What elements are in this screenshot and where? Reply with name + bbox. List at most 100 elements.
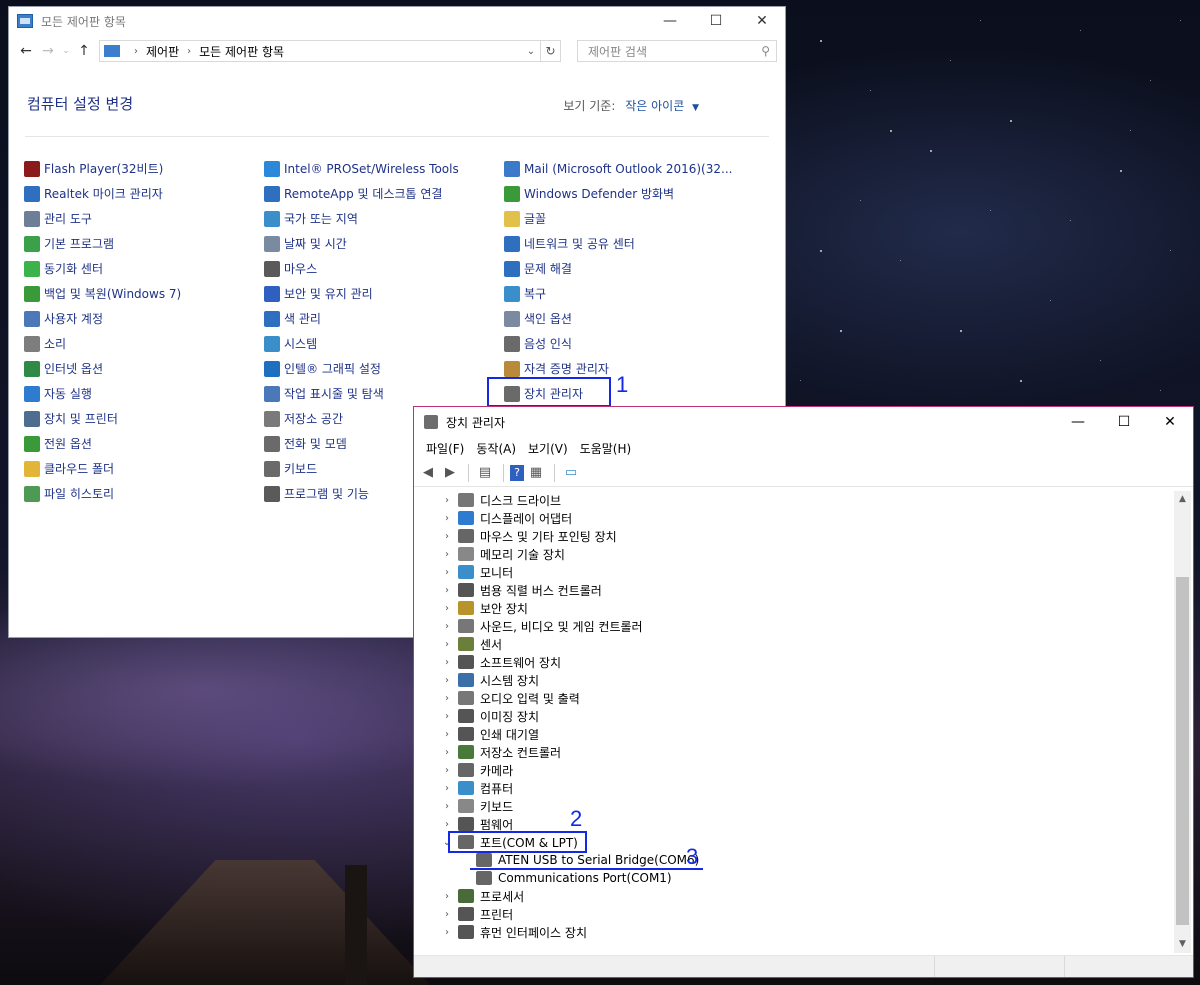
control-panel-item[interactable]: 보안 및 유지 관리 [264, 281, 459, 306]
tree-category-node[interactable]: › 범용 직렬 버스 컨트롤러 [416, 581, 1174, 599]
breadcrumb-all-items[interactable]: 모든 제어판 항목 [199, 43, 284, 60]
scroll-up-icon[interactable]: ▲ [1174, 491, 1191, 508]
back-arrow-icon[interactable]: ← [15, 40, 37, 62]
tree-category-node[interactable]: › 프로세서 [416, 887, 1174, 905]
help-icon[interactable]: ? [510, 464, 524, 481]
tree-category-node[interactable]: › 오디오 입력 및 출력 [416, 689, 1174, 707]
chevron-right-icon[interactable]: › [440, 819, 454, 830]
control-panel-item[interactable]: 마우스 [264, 256, 459, 281]
tree-category-node[interactable]: › 디스플레이 어댑터 [416, 509, 1174, 527]
tree-category-node[interactable]: › 컴퓨터 [416, 779, 1174, 797]
tree-category-node[interactable]: › 프린터 [416, 905, 1174, 923]
chevron-right-icon[interactable]: › [134, 46, 138, 57]
recent-locations-icon[interactable]: ⌄ [59, 40, 73, 62]
monitor-icon[interactable]: ▭ [561, 463, 581, 483]
maximize-button[interactable]: ☐ [1101, 407, 1147, 437]
chevron-right-icon[interactable]: › [440, 729, 454, 740]
search-input[interactable]: 제어판 검색 ⚲ [577, 40, 777, 62]
control-panel-item[interactable]: Flash Player(32비트) [24, 156, 181, 181]
vertical-scrollbar[interactable]: ▲ ▼ [1174, 491, 1191, 953]
tree-category-node[interactable]: › 인쇄 대기열 [416, 725, 1174, 743]
menu-action[interactable]: 동작(A) [470, 440, 522, 457]
forward-arrow-icon[interactable]: ▶ [440, 463, 460, 483]
control-panel-item[interactable]: 기본 프로그램 [24, 231, 181, 256]
tree-category-node[interactable]: › 시스템 장치 [416, 671, 1174, 689]
tree-category-node[interactable]: › 휴먼 인터페이스 장치 [416, 923, 1174, 941]
chevron-right-icon[interactable]: › [440, 621, 454, 632]
tree-category-node[interactable]: › 저장소 컨트롤러 [416, 743, 1174, 761]
minimize-button[interactable]: — [1055, 407, 1101, 437]
control-panel-item[interactable]: 소리 [24, 331, 181, 356]
chevron-right-icon[interactable]: › [187, 46, 191, 57]
refresh-icon[interactable]: ↻ [541, 40, 561, 62]
scrollbar-thumb[interactable] [1176, 577, 1189, 925]
chevron-right-icon[interactable]: › [440, 927, 454, 938]
tree-category-node[interactable]: › 마우스 및 기타 포인팅 장치 [416, 527, 1174, 545]
chevron-right-icon[interactable]: › [440, 711, 454, 722]
chevron-right-icon[interactable]: › [440, 765, 454, 776]
tree-category-node[interactable]: › 디스크 드라이브 [416, 491, 1174, 509]
tree-category-node[interactable]: › 모니터 [416, 563, 1174, 581]
menu-view[interactable]: 보기(V) [522, 440, 574, 457]
minimize-button[interactable]: — [647, 7, 693, 35]
chevron-right-icon[interactable]: › [440, 783, 454, 794]
control-panel-item[interactable]: 백업 및 복원(Windows 7) [24, 281, 181, 306]
menu-help[interactable]: 도움말(H) [574, 440, 638, 457]
control-panel-item[interactable]: Windows Defender 방화벽 [504, 181, 732, 206]
control-panel-item[interactable]: 전원 옵션 [24, 431, 181, 456]
address-bar[interactable]: › 제어판 › 모든 제어판 항목 ⌄ [99, 40, 541, 62]
maximize-button[interactable]: ☐ [693, 7, 739, 35]
control-panel-item[interactable]: 색인 옵션 [504, 306, 732, 331]
control-panel-item[interactable]: 인텔® 그래픽 설정 [264, 356, 459, 381]
chevron-down-icon[interactable]: ⌄ [522, 46, 540, 57]
chevron-right-icon[interactable]: › [440, 891, 454, 902]
close-button[interactable]: ✕ [1147, 407, 1193, 437]
control-panel-item[interactable]: RemoteApp 및 데스크톱 연결 [264, 181, 459, 206]
control-panel-item[interactable]: 복구 [504, 281, 732, 306]
view-by-dropdown[interactable]: 작은 아이콘 [625, 99, 684, 113]
tree-child-node[interactable]: ›Communications Port(COM1) [416, 869, 1174, 887]
control-panel-titlebar[interactable]: 모든 제어판 항목 — ☐ ✕ [9, 7, 785, 35]
control-panel-item[interactable]: 음성 인식 [504, 331, 732, 356]
caret-down-icon[interactable]: ▼ [692, 103, 699, 113]
view-details-icon[interactable]: ▦ [526, 463, 546, 483]
tree-child-node[interactable]: ›ATEN USB to Serial Bridge(COM6) [416, 851, 1174, 869]
chevron-right-icon[interactable]: › [440, 747, 454, 758]
control-panel-item[interactable]: 글꼴 [504, 206, 732, 231]
control-panel-item[interactable]: Realtek 마이크 관리자 [24, 181, 181, 206]
scroll-down-icon[interactable]: ▼ [1174, 936, 1191, 953]
chevron-right-icon[interactable]: › [440, 531, 454, 542]
device-manager-titlebar[interactable]: 장치 관리자 — ☐ ✕ [414, 407, 1193, 437]
control-panel-item[interactable]: 색 관리 [264, 306, 459, 331]
chevron-right-icon[interactable]: › [440, 675, 454, 686]
control-panel-item[interactable]: 클라우드 폴더 [24, 456, 181, 481]
tree-category-node[interactable]: › 센서 [416, 635, 1174, 653]
chevron-right-icon[interactable]: › [440, 513, 454, 524]
control-panel-item[interactable]: 시스템 [264, 331, 459, 356]
tree-category-node[interactable]: › 보안 장치 [416, 599, 1174, 617]
chevron-right-icon[interactable]: › [440, 549, 454, 560]
chevron-right-icon[interactable]: › [440, 603, 454, 614]
control-panel-item[interactable]: 동기화 센터 [24, 256, 181, 281]
tree-category-node[interactable]: › 사운드, 비디오 및 게임 컨트롤러 [416, 617, 1174, 635]
chevron-right-icon[interactable]: › [440, 909, 454, 920]
breadcrumb-control-panel[interactable]: 제어판 [146, 43, 179, 60]
tree-category-node[interactable]: › 소프트웨어 장치 [416, 653, 1174, 671]
chevron-right-icon[interactable]: › [440, 567, 454, 578]
back-arrow-icon[interactable]: ◀ [418, 463, 438, 483]
control-panel-item[interactable]: 문제 해결 [504, 256, 732, 281]
control-panel-item[interactable]: 날짜 및 시간 [264, 231, 459, 256]
tree-category-node[interactable]: › 메모리 기술 장치 [416, 545, 1174, 563]
control-panel-item[interactable]: 사용자 계정 [24, 306, 181, 331]
control-panel-item[interactable]: Mail (Microsoft Outlook 2016)(32... [504, 156, 732, 181]
tree-category-node[interactable]: › 키보드 [416, 797, 1174, 815]
chevron-right-icon[interactable]: › [440, 801, 454, 812]
chevron-right-icon[interactable]: › [440, 693, 454, 704]
forward-arrow-icon[interactable]: → [37, 40, 59, 62]
tree-category-node[interactable]: › 카메라 [416, 761, 1174, 779]
control-panel-item[interactable]: 자동 실행 [24, 381, 181, 406]
close-button[interactable]: ✕ [739, 7, 785, 35]
control-panel-item[interactable]: 인터넷 옵션 [24, 356, 181, 381]
tree-category-node[interactable]: › 이미징 장치 [416, 707, 1174, 725]
control-panel-item[interactable]: 관리 도구 [24, 206, 181, 231]
